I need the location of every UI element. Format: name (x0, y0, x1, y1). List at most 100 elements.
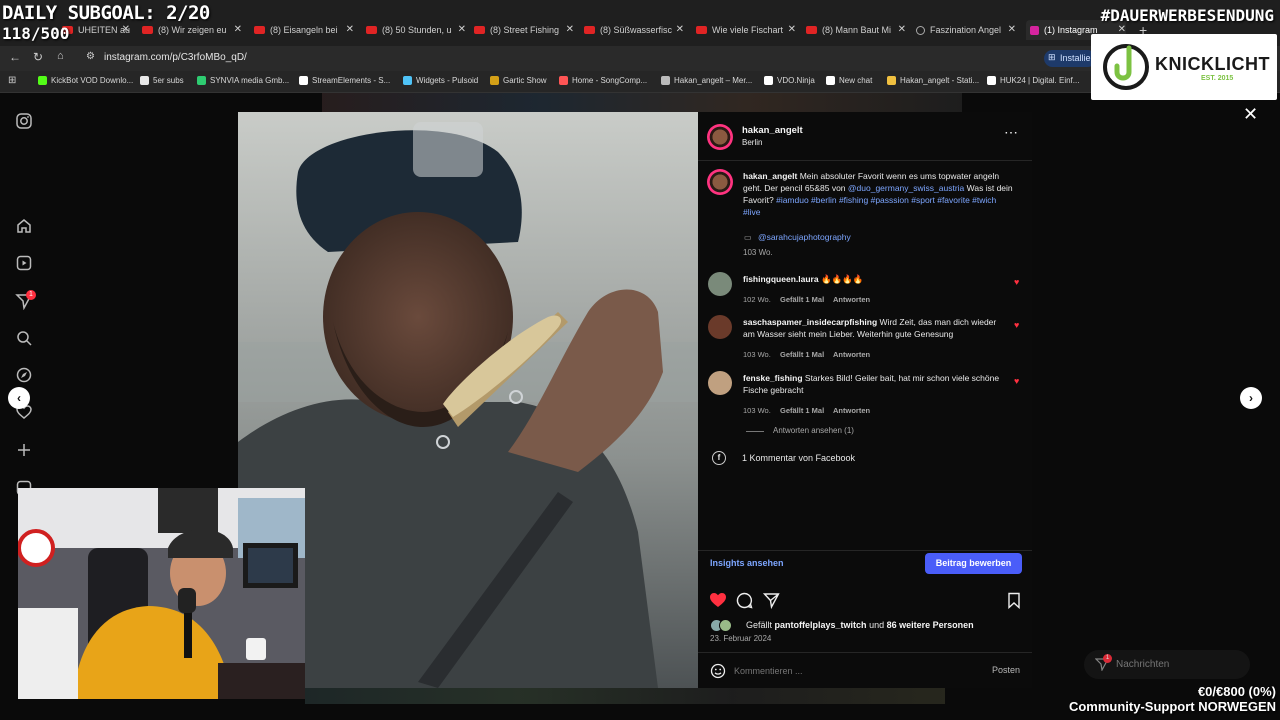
comment-username[interactable]: fenske_fishing (743, 373, 803, 383)
bookmark-item[interactable]: KickBot VOD Downlo... (38, 76, 133, 85)
browser-tab[interactable]: (8) 50 Stunden, u ✕ (366, 20, 466, 40)
comment-age: 103 Wo. (743, 350, 771, 359)
author-location[interactable]: Berlin (742, 138, 762, 147)
promote-post-button[interactable]: Beitrag bewerben (925, 553, 1022, 574)
bookmark-item[interactable]: New chat (826, 76, 872, 85)
emoji-icon[interactable] (710, 663, 726, 679)
browser-tab[interactable]: (8) Mann Baut Mi ✕ (806, 20, 906, 40)
bookmark-label: New chat (839, 76, 873, 85)
comment-username[interactable]: saschaspamer_insidecarpfishing (743, 317, 877, 327)
more-options-icon[interactable]: ⋯ (1004, 124, 1018, 141)
browser-tab[interactable]: (8) Street Fishing ✕ (474, 20, 574, 40)
liked-prefix: Gefällt (746, 620, 773, 630)
install-label: Installie (1060, 53, 1091, 63)
comment-like-heart-icon[interactable]: ♥ (1014, 376, 1022, 386)
close-tab-icon[interactable]: ✕ (234, 24, 242, 35)
previous-post-button[interactable]: ‹ (8, 387, 30, 409)
comment-avatar[interactable] (708, 371, 732, 395)
author-avatar[interactable] (707, 124, 733, 150)
caption-avatar[interactable] (707, 169, 733, 195)
home-icon[interactable]: ⌂ (57, 50, 64, 62)
address-bar: ← ↻ ⌂ ⚙ instagram.com/p/C3rfoMBo_qD/ ⊞ I… (0, 46, 1280, 71)
create-nav-icon[interactable] (15, 441, 33, 459)
comment-reply-link[interactable]: Antworten (833, 295, 870, 304)
close-tab-icon[interactable]: ✕ (788, 24, 796, 35)
comment-body: fenske_fishing Starkes Bild! Geiler bait… (743, 372, 1005, 396)
browser-tab[interactable]: (8) Süßwasserfisc ✕ (584, 20, 684, 40)
bookmark-item[interactable]: StreamElements - S... (299, 76, 390, 85)
bookmark-label: Gartic Show (503, 76, 547, 85)
messages-button[interactable]: 1 Nachrichten (1084, 650, 1250, 679)
comment-avatar[interactable] (708, 315, 732, 339)
comment-input[interactable] (734, 662, 974, 680)
author-username[interactable]: hakan_angelt (742, 125, 803, 136)
instagram-logo-icon[interactable] (15, 112, 33, 130)
insights-link[interactable]: Insights ansehen (710, 558, 784, 568)
browser-tab-label: Faszination Angel (930, 25, 1002, 35)
liked-by-user-link[interactable]: pantoffelplays_twitch (775, 620, 867, 630)
photo-credit-link[interactable]: @sarahcujaphotography (758, 232, 851, 242)
close-tab-icon[interactable]: ✕ (458, 24, 466, 35)
share-icon[interactable] (763, 592, 780, 609)
bookmark-item[interactable]: Gartic Show (490, 76, 547, 85)
bookmark-favicon-icon (38, 76, 47, 85)
bookmark-item[interactable]: Home - SongComp... (559, 76, 647, 85)
comment-reply-link[interactable]: Antworten (833, 350, 870, 359)
sponsor-est: EST. 2015 (1201, 75, 1234, 82)
save-bookmark-icon[interactable] (1007, 592, 1021, 609)
bookmark-favicon-icon (299, 76, 308, 85)
reels-nav-icon[interactable] (15, 254, 33, 272)
liked-others-link[interactable]: 86 weitere Personen (887, 620, 974, 630)
comment-like-heart-icon[interactable]: ♥ (1014, 277, 1022, 287)
bookmark-item[interactable]: 5er subs (140, 76, 184, 85)
bookmark-item[interactable]: Hakan_angelt – Mer... (661, 76, 752, 85)
comment-reply-link[interactable]: Antworten (833, 406, 870, 415)
bookmark-item[interactable]: VDO.Ninja (764, 76, 815, 85)
apps-grid-icon[interactable]: ⊞ (8, 75, 16, 86)
post-comment-button[interactable]: Posten (992, 665, 1020, 675)
site-info-icon[interactable]: ⚙ (86, 51, 95, 62)
close-modal-icon[interactable]: ✕ (1243, 104, 1258, 125)
browser-tab[interactable]: Wie viele Fischart ✕ (696, 20, 796, 40)
photo-credit-icon: ▭ (744, 233, 752, 242)
browser-tab-label: (8) Street Fishing (490, 25, 560, 35)
caption-username[interactable]: hakan_angelt (743, 171, 797, 181)
explore-nav-icon[interactable] (15, 366, 33, 384)
youtube-favicon-icon (584, 26, 595, 34)
bookmark-item[interactable]: Hakan_angelt - Stati... (887, 76, 979, 85)
back-icon[interactable]: ← (9, 50, 21, 64)
header-divider (698, 160, 1032, 161)
comment-likes[interactable]: Gefällt 1 Mal (780, 295, 824, 304)
comment-username[interactable]: fishingqueen.laura (743, 274, 819, 284)
comment-avatar[interactable] (708, 272, 732, 296)
comment-like-heart-icon[interactable]: ♥ (1014, 320, 1022, 330)
browser-tab-label: (8) Eisangeln bei (270, 25, 338, 35)
home-nav-icon[interactable] (15, 217, 33, 235)
close-tab-icon[interactable]: ✕ (566, 24, 574, 35)
next-post-button[interactable]: › (1240, 387, 1262, 409)
reload-icon[interactable]: ↻ (33, 50, 43, 64)
caption-hashtags[interactable]: #iamduo #berlin #fishing #passsion #spor… (743, 195, 996, 217)
browser-tab[interactable]: Faszination Angel ✕ (916, 20, 1016, 40)
like-heart-icon[interactable] (709, 592, 727, 608)
view-replies-link[interactable]: Antworten ansehen (1) (773, 426, 854, 435)
caption-mention-link[interactable]: @duo_germany_swiss_austria (848, 183, 964, 193)
bookmark-item[interactable]: SYNVIA media Gmb... (197, 76, 289, 85)
browser-tab[interactable]: (8) Eisangeln bei ✕ (254, 20, 354, 40)
close-tab-icon[interactable]: ✕ (122, 24, 130, 35)
comment-likes[interactable]: Gefällt 1 Mal (780, 350, 824, 359)
facebook-comments-link[interactable]: 1 Kommentar von Facebook (742, 453, 855, 463)
bookmark-item[interactable]: Widgets - Pulsoid (403, 76, 478, 85)
bookmark-item[interactable]: HUK24 | Digital. Einf... (987, 76, 1079, 85)
install-button[interactable]: ⊞ Installie (1044, 50, 1096, 67)
close-tab-icon[interactable]: ✕ (1008, 24, 1016, 35)
comment-likes[interactable]: Gefällt 1 Mal (780, 406, 824, 415)
post-photo[interactable] (238, 112, 698, 688)
url-field[interactable]: instagram.com/p/C3rfoMBo_qD/ (104, 52, 247, 63)
close-tab-icon[interactable]: ✕ (676, 24, 684, 35)
caption-text: hakan_angelt Mein absoluter Favorit wenn… (743, 170, 1015, 218)
search-nav-icon[interactable] (15, 329, 33, 347)
close-tab-icon[interactable]: ✕ (346, 24, 354, 35)
comment-icon[interactable] (736, 592, 753, 609)
close-tab-icon[interactable]: ✕ (898, 24, 906, 35)
